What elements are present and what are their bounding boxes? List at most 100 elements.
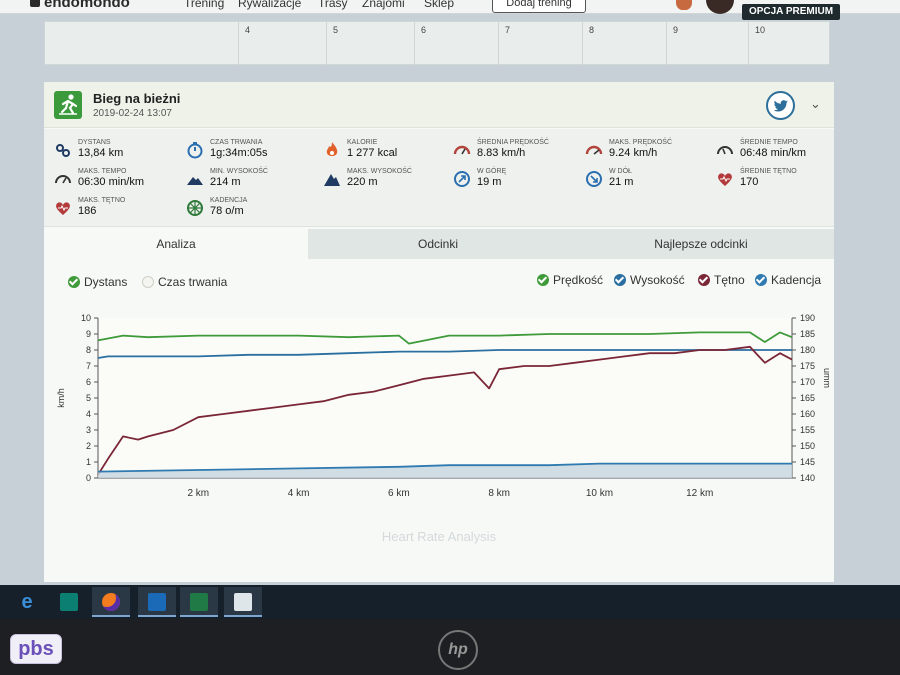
logo-text: endomondo xyxy=(44,0,130,11)
y2-tick-label: 160 xyxy=(800,409,815,419)
x-tick-label: 8 km xyxy=(488,488,510,499)
nav-item-trening[interactable]: Trening xyxy=(184,0,224,10)
tab-najlepsze-odcinki[interactable]: Najlepsze odcinki xyxy=(568,229,834,259)
x-tick-label: 10 km xyxy=(586,488,613,499)
y2-tick-label: 150 xyxy=(800,441,815,451)
add-training-button[interactable]: Dodaj trening xyxy=(492,0,586,13)
descent-icon xyxy=(586,171,602,187)
check-icon xyxy=(698,274,710,286)
y-tick-label: 9 xyxy=(86,329,91,339)
taskbar-firefox[interactable] xyxy=(92,587,130,617)
toggle-heart-rate[interactable]: Tętno xyxy=(698,273,745,287)
y-tick-label: 0 xyxy=(86,473,91,483)
y-axis-label: km/h xyxy=(56,388,66,408)
stat-value: 170 xyxy=(740,176,759,188)
y-tick-label: 2 xyxy=(86,441,91,451)
taskbar-sharepoint[interactable] xyxy=(50,587,88,617)
stat-label: KADENCJA xyxy=(210,197,248,204)
tab-odcinki[interactable]: Odcinki xyxy=(308,229,568,259)
endomondo-logo[interactable]: endomondo xyxy=(30,0,130,11)
stat-label: ŚREDNIE TĘTNO xyxy=(740,168,797,175)
toggle-label: Kadencja xyxy=(771,273,822,287)
calendar-day[interactable]: 6 xyxy=(414,22,498,66)
check-icon xyxy=(614,274,626,286)
calendar-day[interactable]: 4 xyxy=(238,22,326,66)
x-tick-label: 12 km xyxy=(686,488,713,499)
cadence-icon xyxy=(187,200,203,216)
analysis-tabs: Analiza Odcinki Najlepsze odcinki xyxy=(44,229,834,259)
radio-empty-icon xyxy=(142,276,154,288)
toggle-altitude[interactable]: Wysokość xyxy=(614,273,685,287)
y2-tick-label: 165 xyxy=(800,393,815,403)
toggle-cadence[interactable]: Kadencja xyxy=(755,273,821,287)
stat-label: MAKS. TEMPO xyxy=(78,168,127,175)
avatar[interactable] xyxy=(706,0,734,14)
toggle-label: Prędkość xyxy=(553,273,604,287)
calendar-day[interactable]: 7 xyxy=(498,22,582,66)
stat-value: 220 m xyxy=(347,176,378,188)
y2-tick-label: 185 xyxy=(800,329,815,339)
workout-header: Bieg na bieżni 2019-02-24 13:07 ⌄ xyxy=(44,82,834,128)
stat-value: 8.83 km/h xyxy=(477,147,526,159)
x-tick-label: 4 km xyxy=(288,488,310,499)
nav-item-trasy[interactable]: Trasy xyxy=(318,0,348,10)
y-tick-label: 1 xyxy=(86,457,91,467)
y2-tick-label: 180 xyxy=(800,345,815,355)
chevron-down-icon[interactable]: ⌄ xyxy=(810,96,821,112)
calendar-strip: 4 5 6 7 8 9 10 xyxy=(44,21,831,66)
calendar-day[interactable]: 10 xyxy=(748,22,831,66)
axis-option-duration[interactable]: Czas trwania xyxy=(142,275,227,289)
taskbar-excel[interactable] xyxy=(180,587,218,617)
stat-value: 78 o/m xyxy=(210,205,244,217)
workout-stats: DYSTANS 13,84 km CZAS TRWANIA 1g:34m:05s K… xyxy=(44,129,834,227)
workout-chart[interactable]: 0 1 2 3 4 5 6 7 8 9 10 140 145 150 155 160 165 170 175 180 1… xyxy=(54,304,834,504)
pace-max-icon xyxy=(55,175,71,184)
tab-analiza[interactable]: Analiza xyxy=(44,229,308,259)
route-icon xyxy=(56,144,70,157)
windows-taskbar: e xyxy=(0,585,900,619)
stat-value: 06:48 min/km xyxy=(740,147,807,159)
nav-item-sklep[interactable]: Sklep xyxy=(424,0,454,10)
taskbar-app[interactable] xyxy=(224,587,262,617)
y2-axis-label: umm xyxy=(822,368,832,388)
stat-label: W DÓŁ xyxy=(609,168,632,175)
pbs-watermark: pbs xyxy=(10,634,62,664)
workout-date: 2019-02-24 13:07 xyxy=(93,108,172,119)
flame-icon xyxy=(326,142,338,156)
stat-value: 214 m xyxy=(210,176,241,188)
taskbar-outlook[interactable] xyxy=(138,587,176,617)
nav-item-znajomi[interactable]: Znajomi xyxy=(362,0,405,10)
outlook-icon xyxy=(148,593,166,611)
nav-item-rywalizacje[interactable]: Rywalizacje xyxy=(238,0,301,10)
stat-value: 19 m xyxy=(477,176,502,188)
top-navigation: endomondo Trening Rywalizacje Trasy Znaj… xyxy=(0,0,900,20)
hp-logo-icon: hp xyxy=(438,630,478,670)
toggle-label: Tętno xyxy=(714,273,745,287)
premium-button[interactable]: OPCJA PREMIUM xyxy=(742,4,840,20)
y-tick-label: 5 xyxy=(86,393,91,403)
calendar-day[interactable]: 9 xyxy=(666,22,748,66)
toggle-speed[interactable]: Prędkość xyxy=(537,273,603,287)
speedometer-max-icon xyxy=(585,145,603,155)
check-icon xyxy=(537,274,549,286)
y2-tick-label: 170 xyxy=(800,377,815,387)
workout-card: Bieg na bieżni 2019-02-24 13:07 ⌄ DYSTAN… xyxy=(44,82,834,582)
taskbar-edge[interactable]: e xyxy=(8,587,46,617)
stat-label: KALORIE xyxy=(347,139,378,146)
stat-label: MAKS. WYSOKOŚĆ xyxy=(347,168,412,175)
twitter-share-button[interactable] xyxy=(766,91,795,120)
y-tick-label: 4 xyxy=(86,409,91,419)
calendar-day[interactable]: 8 xyxy=(582,22,666,66)
ascent-icon xyxy=(454,171,470,187)
plot-area xyxy=(98,318,792,478)
sharepoint-icon xyxy=(60,593,78,611)
axis-option-distance[interactable]: Dystans xyxy=(68,275,127,289)
calendar-day[interactable]: 5 xyxy=(326,22,414,66)
y2-tick-label: 140 xyxy=(800,473,815,483)
stat-value: 186 xyxy=(78,205,97,217)
fox-icon[interactable] xyxy=(676,0,692,10)
mountain-min-icon xyxy=(187,177,203,185)
x-tick-label: 2 km xyxy=(187,488,209,499)
stat-label: ŚREDNIA PRĘDKOŚĆ xyxy=(477,139,549,146)
pace-icon xyxy=(717,146,733,155)
